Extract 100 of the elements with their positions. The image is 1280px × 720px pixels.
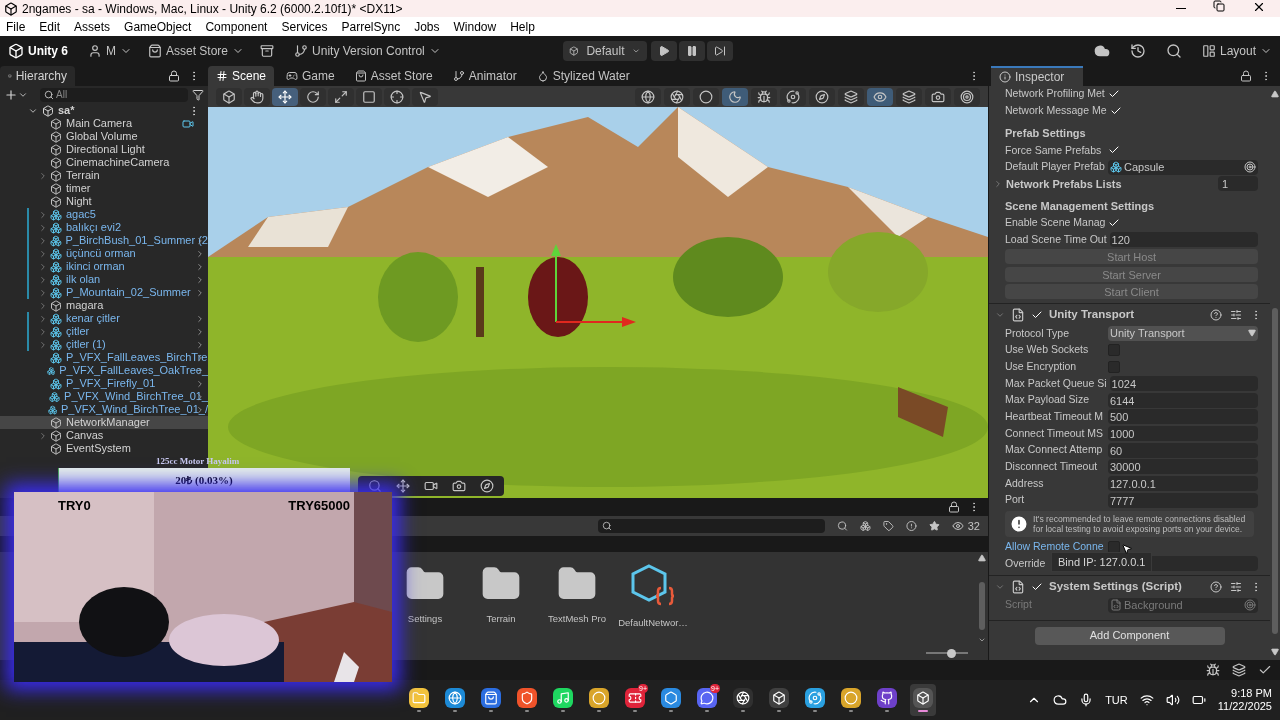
hierarchy-item[interactable]: P_VFX_FallLeaves_OakTree_ bbox=[0, 364, 208, 377]
field-label: Disconnect Timeout bbox=[1005, 459, 1098, 475]
hierarchy-item[interactable]: Main Camera bbox=[0, 117, 208, 130]
hierarchy-item[interactable]: CinemachineCamera bbox=[0, 156, 208, 169]
menu-item[interactable]: Edit bbox=[39, 17, 61, 36]
hierarchy-item[interactable]: magara bbox=[0, 299, 208, 312]
hierarchy-item[interactable]: ilk olan bbox=[0, 273, 208, 286]
menu-item[interactable]: Jobs bbox=[414, 17, 440, 36]
hierarchy-item[interactable]: P_VFX_Wind_BirchTree_01_ bbox=[0, 390, 208, 403]
text-field[interactable]: 6144 bbox=[1108, 392, 1258, 408]
hierarchy-item[interactable]: Night bbox=[0, 195, 208, 208]
count-field[interactable]: 1 bbox=[1218, 176, 1258, 192]
editor-tab[interactable]: Game bbox=[278, 66, 343, 86]
field-label: Protocol Type bbox=[1005, 325, 1069, 341]
field-label: Network Message Me bbox=[1005, 103, 1107, 119]
goal-max: TRY65000 bbox=[288, 497, 350, 515]
hierarchy-item[interactable]: P_VFX_FallLeaves_BirchTre bbox=[0, 351, 208, 364]
hierarchy-item[interactable]: EventSystem bbox=[0, 442, 208, 455]
account-button[interactable]: M bbox=[88, 42, 132, 60]
field-label: Load Scene Time Out bbox=[1005, 231, 1107, 247]
component-title: Unity Transport bbox=[1049, 306, 1134, 322]
search-field[interactable]: All bbox=[40, 87, 188, 102]
hierarchy-item[interactable]: agac5 bbox=[0, 208, 208, 221]
scene-name: sa* bbox=[58, 103, 75, 119]
hierarchy-item[interactable]: P_VFX_Firefly_01 bbox=[0, 377, 208, 390]
object-field[interactable]: Capsule bbox=[1108, 159, 1258, 175]
asset-name: DefaultNetwor… bbox=[618, 616, 688, 630]
hierarchy-item[interactable]: P_VFX_Wind_BirchTree_01_/ bbox=[0, 403, 208, 416]
hierarchy-item[interactable]: Terrain bbox=[0, 169, 208, 182]
hierarchy-tab[interactable]: Hierarchy bbox=[0, 66, 75, 86]
text-field[interactable]: 7777 bbox=[1108, 492, 1258, 508]
keyboard-language[interactable]: TUR bbox=[1105, 691, 1128, 709]
hierarchy-item[interactable]: P_BirchBush_01_Summer (2 bbox=[0, 234, 208, 247]
hierarchy-item[interactable]: timer bbox=[0, 182, 208, 195]
menu-item[interactable]: File bbox=[6, 17, 26, 36]
field-label: Heartbeat Timeout M bbox=[1005, 409, 1104, 424]
menu-item[interactable]: Window bbox=[453, 17, 497, 36]
field-label: Script bbox=[1005, 597, 1032, 613]
editor-tab[interactable]: Asset Store bbox=[346, 66, 441, 86]
field-label: Override bbox=[1005, 555, 1046, 571]
foldout-label[interactable]: Network Prefabs Lists bbox=[1006, 175, 1122, 193]
asset-item[interactable]: Settings bbox=[392, 564, 458, 646]
asset-name: Terrain bbox=[486, 612, 516, 626]
add-component-button[interactable]: Add Component bbox=[1034, 626, 1225, 645]
section-header: Prefab Settings bbox=[1005, 126, 1086, 142]
goal-min: TRY0 bbox=[58, 497, 91, 515]
field-label: Use Encryption bbox=[1005, 358, 1077, 374]
clock[interactable]: 9:18 PM 11/22/2025 bbox=[1217, 687, 1272, 713]
tooltip: Bind IP: 127.0.0.1 bbox=[1051, 551, 1153, 573]
hierarchy-item[interactable]: üçüncü orman bbox=[0, 247, 208, 260]
field-label: Max Payload Size bbox=[1005, 392, 1090, 408]
dropdown[interactable]: Unity Transport bbox=[1108, 325, 1258, 341]
menu-item[interactable]: ParrelSync bbox=[341, 17, 401, 36]
hierarchy-item[interactable]: Directional Light bbox=[0, 143, 208, 156]
hierarchy-item[interactable]: Canvas bbox=[0, 429, 208, 442]
menu-item[interactable]: GameObject bbox=[124, 17, 192, 36]
hierarchy-item[interactable]: çitler (1) bbox=[0, 338, 208, 351]
text-field[interactable]: 60 bbox=[1108, 442, 1258, 458]
menu-item[interactable]: Component bbox=[205, 17, 268, 36]
field-label: Default Player Prefab bbox=[1005, 159, 1105, 175]
asset-item[interactable]: Terrain bbox=[468, 564, 534, 646]
window-title: 2ngames - sa - Windows, Mac, Linux - Unity 6.2 (6000.2.10f1)* <DX11> bbox=[22, 0, 403, 18]
hierarchy-item[interactable]: ikinci orman bbox=[0, 260, 208, 273]
hierarchy-item[interactable]: Global Volume bbox=[0, 130, 208, 143]
text-field[interactable]: 127.0.0.1 bbox=[1108, 476, 1258, 492]
layout-dropdown[interactable]: Layout bbox=[1201, 42, 1272, 60]
text-field[interactable]: 1024 bbox=[1109, 376, 1258, 391]
text-field[interactable]: 500 bbox=[1108, 409, 1258, 425]
menu-item[interactable]: Help bbox=[510, 17, 535, 36]
field-label: Max Packet Queue Si bbox=[1005, 375, 1107, 391]
asset-store-button[interactable]: Asset Store bbox=[148, 42, 245, 60]
text-field[interactable]: 30000 bbox=[1108, 459, 1258, 475]
asset-name: TextMesh Pro bbox=[547, 612, 607, 626]
menu-item[interactable]: Assets bbox=[74, 17, 111, 36]
field-label: Connect Timeout MS bbox=[1005, 425, 1104, 441]
field-label: Use Web Sockets bbox=[1005, 342, 1089, 358]
section-header: Scene Management Settings bbox=[1005, 199, 1155, 215]
component-title: System Settings (Script) bbox=[1049, 578, 1182, 594]
hierarchy-item[interactable]: NetworkManager bbox=[0, 416, 208, 429]
asset-item[interactable]: TextMesh Pro bbox=[544, 564, 610, 646]
field-label: Force Same Prefabs bbox=[1005, 142, 1102, 158]
field-label: Max Connect Attemp bbox=[1005, 442, 1103, 458]
editor-tab[interactable]: Stylized Water bbox=[528, 66, 638, 86]
text-field[interactable]: 120 bbox=[1109, 232, 1258, 248]
asset-name: Settings bbox=[407, 612, 443, 626]
version-control-button[interactable]: Unity Version Control bbox=[294, 42, 441, 60]
help-text: It's recommended to leave remote connections disabled for local testing to avoid exposing ports on your device. bbox=[1033, 513, 1247, 534]
hierarchy-item[interactable]: kenar çitler bbox=[0, 312, 208, 325]
unity-button[interactable]: Unity 6 bbox=[8, 42, 68, 60]
asset-item[interactable]: DefaultNetwor… bbox=[620, 564, 686, 646]
editor-tab[interactable]: Animator bbox=[444, 66, 525, 86]
editor-tab[interactable]: Scene bbox=[208, 66, 275, 86]
menu-item[interactable]: Services bbox=[281, 17, 328, 36]
text-field[interactable]: 1000 bbox=[1108, 426, 1258, 442]
layout-preset-dropdown[interactable]: Default bbox=[562, 41, 647, 61]
hierarchy-item[interactable]: balıkçı evi2 bbox=[0, 221, 208, 234]
hierarchy-item[interactable]: P_Mountain_02_Summer bbox=[0, 286, 208, 299]
field-label: Address bbox=[1005, 475, 1044, 491]
hierarchy-item[interactable]: çitler bbox=[0, 325, 208, 338]
inspector-tab[interactable]: Inspector bbox=[991, 66, 1083, 86]
